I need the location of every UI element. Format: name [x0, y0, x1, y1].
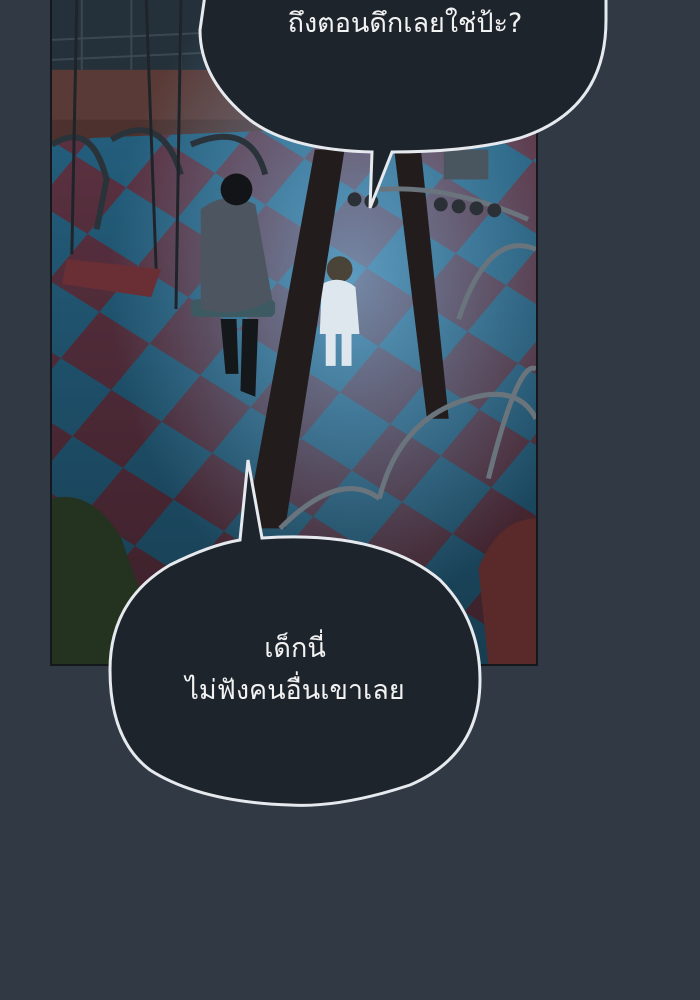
dialogue-line: ถึงตอนดึกเลยใช่ป้ะ? [287, 8, 523, 39]
bottom-bubble-text: เด็กนี่ ไม่ฟังคนอื่นเขาเลย [120, 628, 470, 712]
dialogue-line: ไม่ฟังคนอื่นเขาเลย [185, 675, 405, 706]
speech-bubbles: ถึงตอนดึกเลยใช่ป้ะ? เด็กนี่ ไม่ฟังคนอื่น… [0, 0, 700, 1000]
top-bubble-text: ถึงตอนดึกเลยใช่ป้ะ? [210, 3, 600, 45]
dialogue-line: เด็กนี่ [264, 633, 326, 664]
comic-page: ถึงตอนดึกเลยใช่ป้ะ? เด็กนี่ ไม่ฟังคนอื่น… [0, 0, 700, 1000]
